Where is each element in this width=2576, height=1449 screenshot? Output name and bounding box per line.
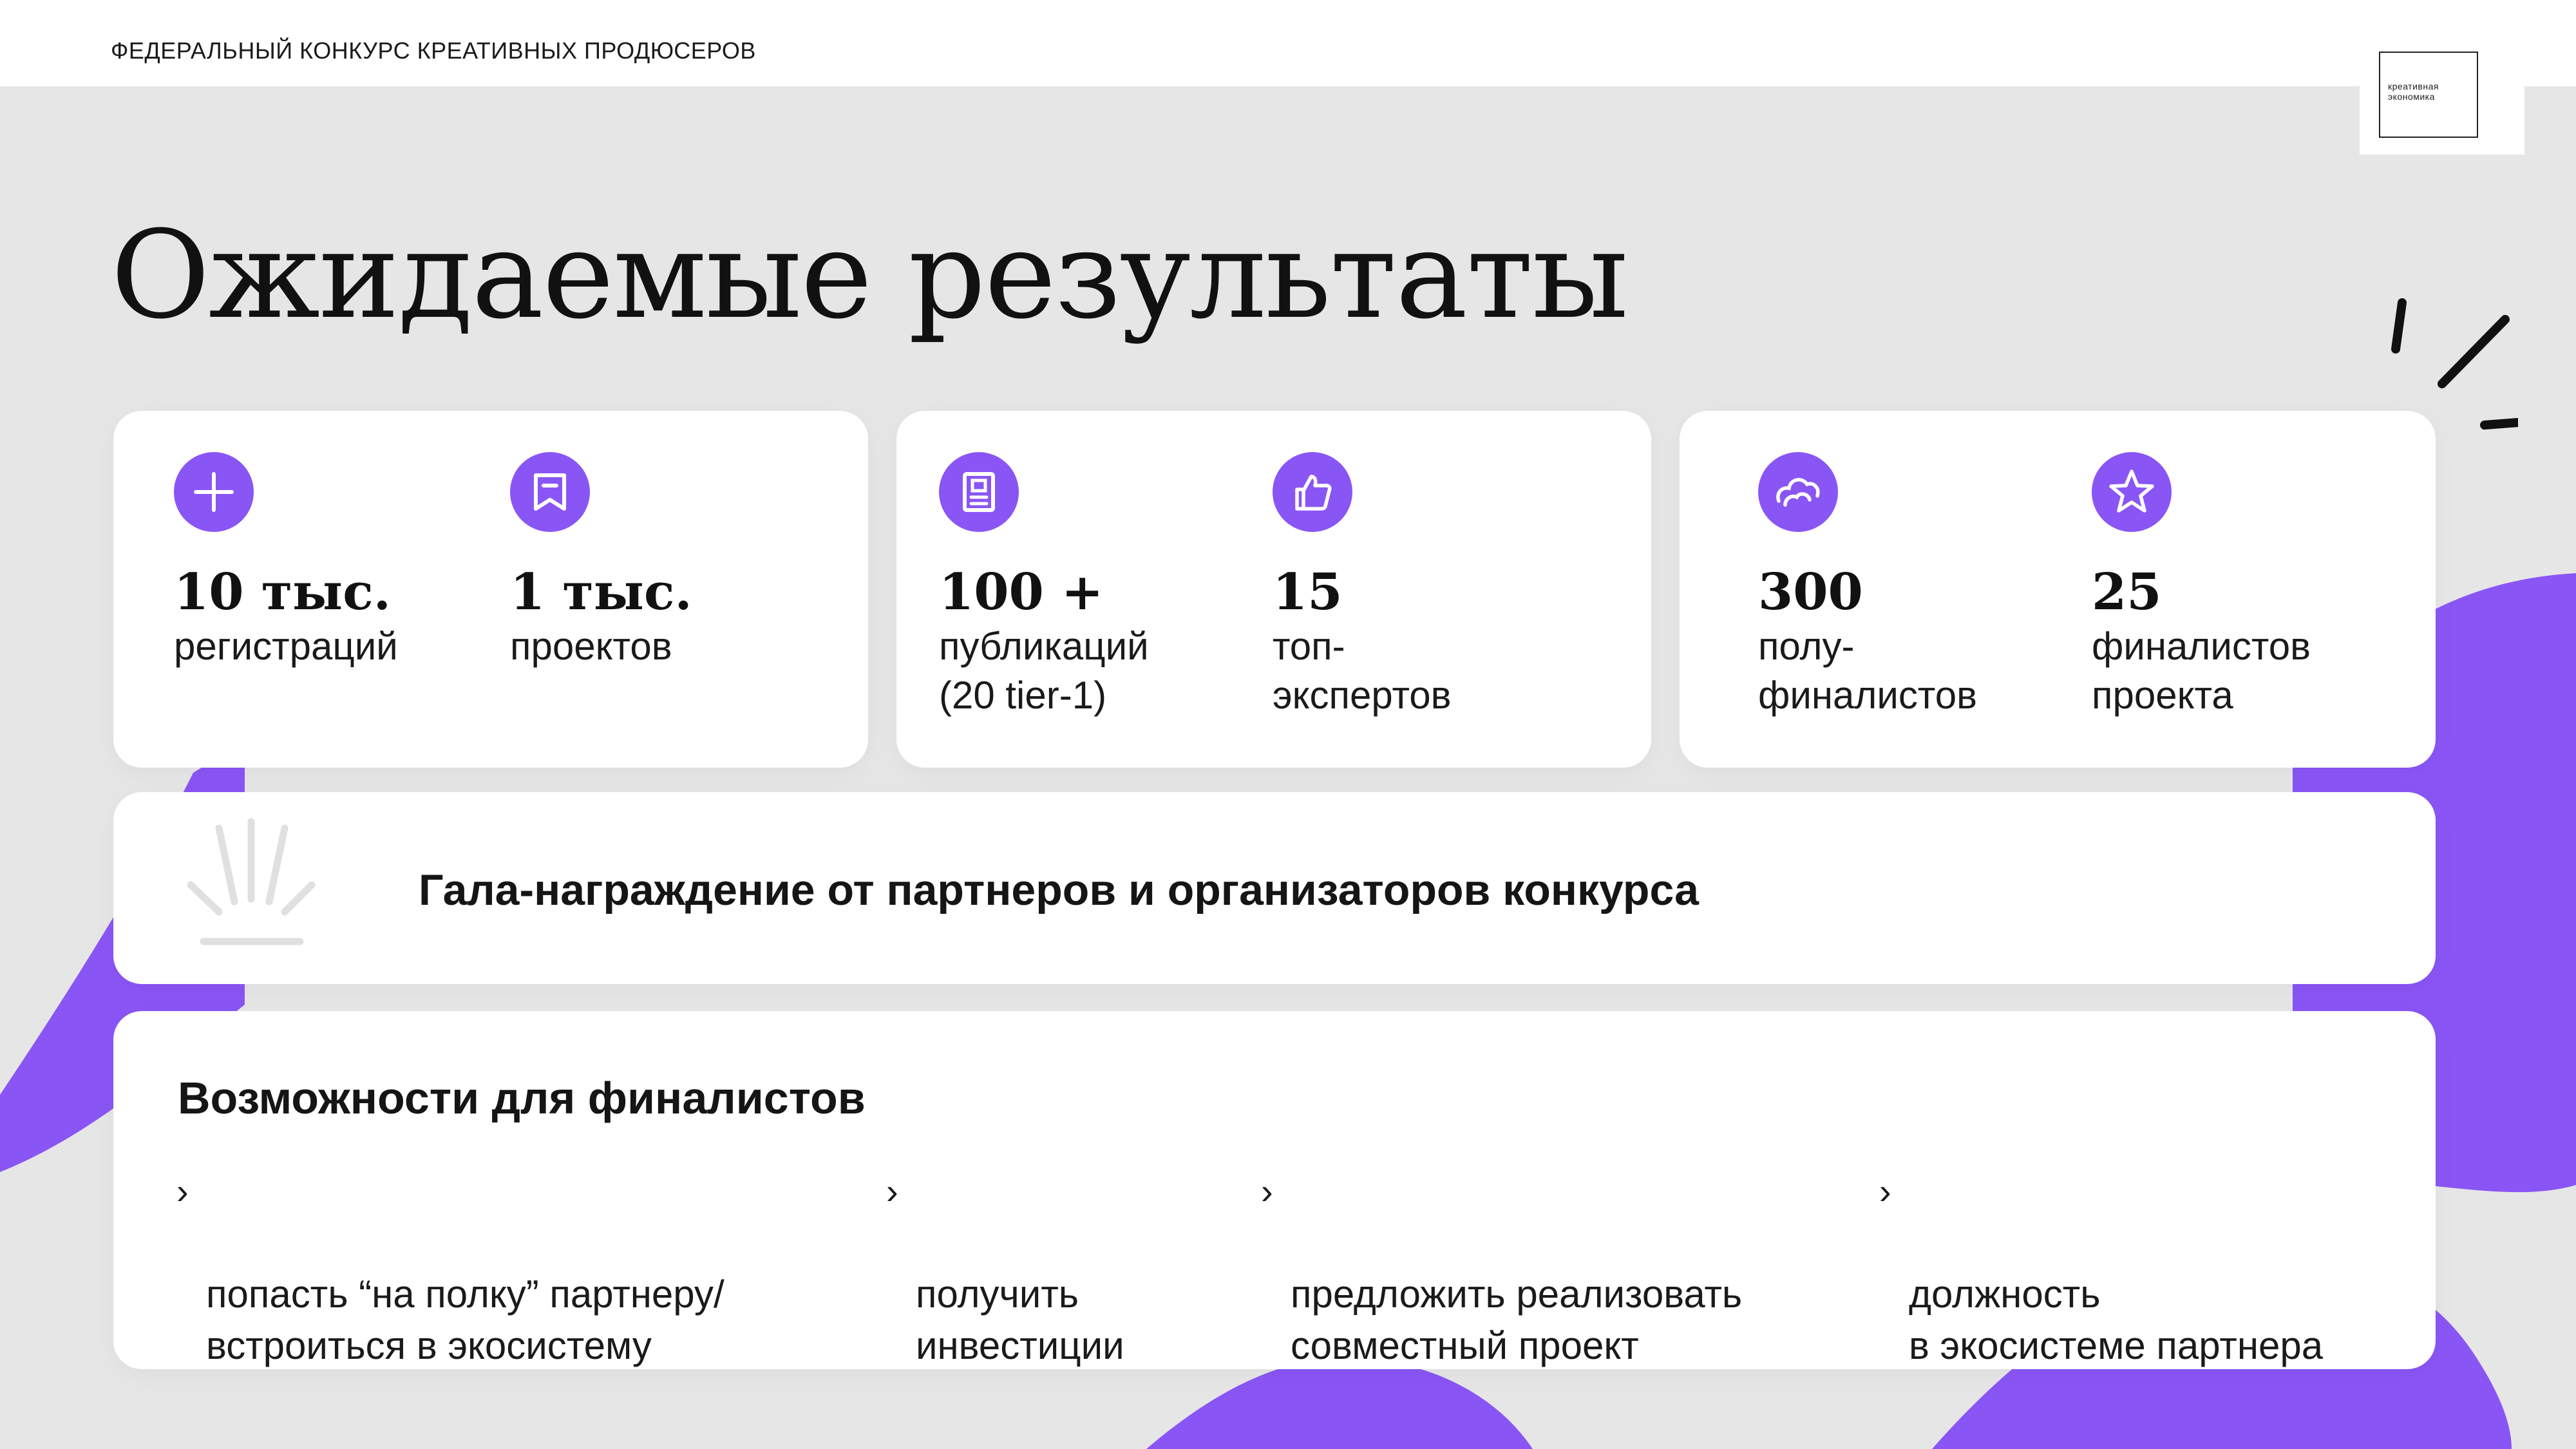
stat-label: публикаций (20 tier-1) — [939, 625, 1149, 717]
stat-publications: 100 + публикаций (20 tier-1) — [939, 452, 1149, 720]
star-icon — [2092, 452, 2172, 532]
stat-number: 300 — [1758, 563, 1863, 621]
stats-card-1: 10 тыс. регистраций 1 тыс. проектов — [113, 411, 868, 768]
stat-number: 1 тыс. — [510, 563, 692, 621]
opportunity-item: › попасть “на полку” партнеру/ встроитьс… — [176, 1166, 724, 1372]
stat-projects: 1 тыс. проектов — [510, 452, 692, 671]
opportunity-text: попасть “на полку” партнеру/ встроиться … — [206, 1273, 724, 1367]
stats-card-2: 100 + публикаций (20 tier-1) 15 топ- экс… — [896, 411, 1651, 768]
opportunities-card: Возможности для финалистов › попасть “на… — [113, 1011, 2436, 1369]
logo: креативная экономика — [2360, 43, 2524, 155]
opportunity-text: получить инвестиции — [916, 1273, 1124, 1367]
opportunity-item: › предложить реализовать совместный прое… — [1261, 1166, 1743, 1372]
stat-label: регистраций — [174, 625, 398, 668]
document-icon — [939, 452, 1019, 532]
top-bar: Федеральный конкурс креативных продюсеро… — [0, 0, 2576, 86]
logo-text: креативная экономика — [2388, 81, 2439, 102]
stat-registrations: 10 тыс. регистраций — [174, 452, 398, 671]
stat-label: топ- экспертов — [1273, 625, 1452, 717]
gala-card: Гала-награждение от партнеров и организа… — [113, 792, 2436, 984]
opportunity-text: предложить реализовать совместный проект — [1291, 1273, 1743, 1367]
opportunity-item: › получить инвестиции — [886, 1166, 1124, 1372]
chevron-right-icon: › — [886, 1171, 898, 1211]
opportunity-text: должность в экосистеме партнера — [1909, 1273, 2324, 1367]
stat-label: финалистов проекта — [2092, 625, 2311, 717]
stat-number: 15 — [1273, 563, 1343, 621]
stat-finalists: 25 финалистов проекта — [2092, 452, 2311, 720]
stat-semifinalists: 300 полу- финалистов — [1758, 452, 1977, 720]
gala-text: Гала-награждение от партнеров и организа… — [419, 866, 1699, 914]
bookmark-icon — [510, 452, 590, 532]
chevron-right-icon: › — [1879, 1171, 1891, 1211]
stat-label: полу- финалистов — [1758, 625, 1977, 717]
stat-label: проектов — [510, 625, 672, 668]
stat-experts: 15 топ- экспертов — [1273, 452, 1452, 720]
stat-number: 25 — [2092, 563, 2162, 621]
opportunity-item: › должность в экосистеме партнера — [1879, 1166, 2324, 1372]
thumbs-up-icon — [1273, 452, 1352, 532]
chevron-right-icon: › — [1261, 1171, 1273, 1211]
award-rays-icon — [187, 818, 316, 945]
cloud-icon — [1758, 452, 1838, 532]
stat-number: 100 + — [939, 563, 1104, 621]
opportunities-title: Возможности для финалистов — [178, 1073, 866, 1123]
chevron-right-icon: › — [176, 1171, 189, 1211]
plus-icon — [174, 452, 254, 532]
page-title: Ожидаемые результаты — [111, 205, 1629, 346]
event-title: Федеральный конкурс креативных продюсеро… — [111, 37, 756, 64]
stat-number: 10 тыс. — [174, 563, 391, 621]
stats-card-3: 300 полу- финалистов 25 финалистов проек… — [1680, 411, 2436, 768]
